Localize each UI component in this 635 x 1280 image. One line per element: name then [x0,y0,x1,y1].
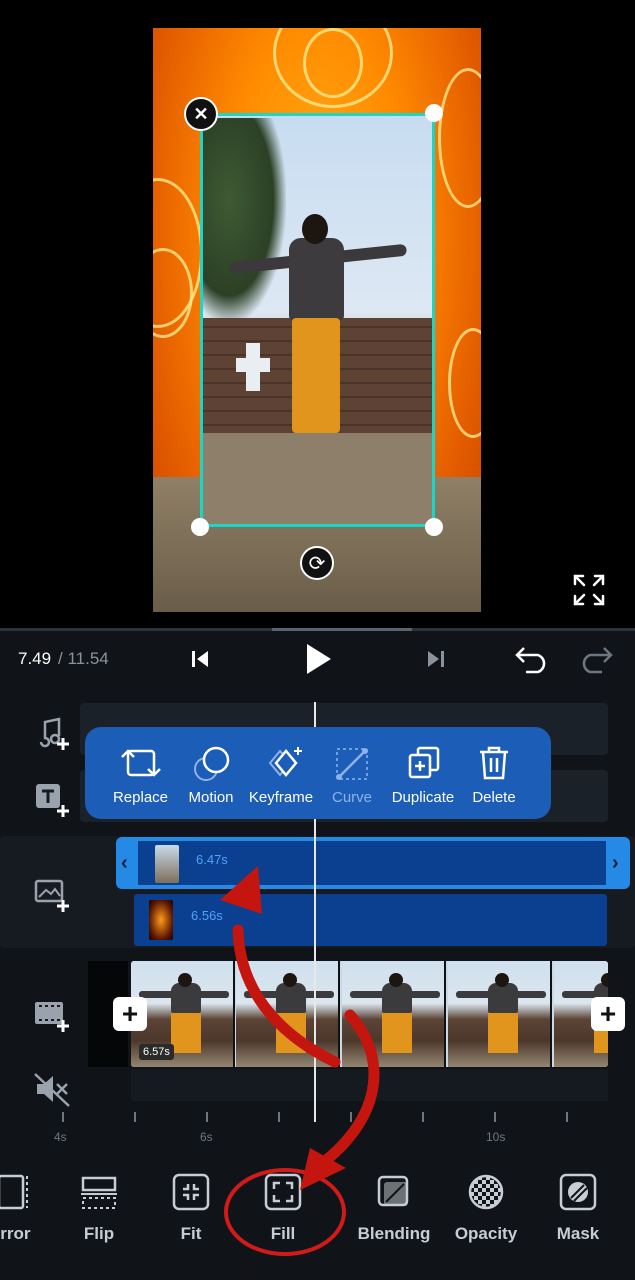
ruler-tick [350,1112,352,1122]
replace-icon [120,749,161,777]
partial-tool[interactable]: E [578,1172,635,1244]
fit-label: Fit [180,1224,202,1243]
duplicate-button[interactable]: Duplicate [385,727,461,819]
audio-waveform-track[interactable] [131,1069,608,1101]
opacity-label: Opacity [454,1224,518,1243]
add-text-icon[interactable] [33,781,73,821]
curve-button[interactable]: Curve [317,727,387,819]
rotate-button[interactable]: ⟳ [300,546,334,580]
blending-icon [377,1175,409,1207]
trim-right-handle[interactable]: › [612,852,619,875]
delete-icon [480,746,508,780]
flip-tool[interactable]: Flip [49,1172,149,1244]
overlay-clip-2-thumbnail [149,900,173,940]
blending-tool[interactable]: Blending [344,1172,444,1244]
replace-button[interactable]: Replace [103,727,178,819]
ruler-tick [134,1112,136,1122]
video-preview[interactable]: ✕ ⟳ [0,0,635,628]
progress-handle[interactable] [272,628,412,631]
add-overlay-icon[interactable] [33,876,73,916]
trim-left-handle[interactable]: ‹ [121,852,128,875]
resize-handle-bottom-right[interactable] [425,518,443,536]
flip-label: Flip [83,1224,115,1243]
mute-icon[interactable] [33,1070,73,1110]
replace-label: Replace [112,789,169,806]
remove-layer-button[interactable]: ✕ [184,97,218,131]
resize-handle-top-right[interactable] [425,104,443,122]
ruler-tick [278,1112,280,1122]
ruler-tick [566,1112,568,1122]
keyframe-button[interactable]: Keyframe [243,727,319,819]
main-video-clip[interactable] [131,961,608,1067]
rotate-icon: ⟳ [308,552,326,575]
curve-icon [336,748,368,780]
current-time: 7.49 [18,649,52,668]
add-clip-before-button[interactable]: + [113,997,147,1031]
ruler-label-4s: 4s [54,1130,67,1144]
selection-border[interactable] [200,113,435,527]
delete-label: Delete [472,789,516,806]
clip-context-menu: Replace Motion Keyframe Curve Duplicate [85,727,551,819]
fill-icon [264,1173,302,1211]
overlay-clip-duration: 6.47s [196,852,228,867]
skip-back-icon[interactable] [190,648,210,670]
resize-handle-bottom-left[interactable] [191,518,209,536]
keyframe-label: Keyframe [248,789,314,806]
motion-button[interactable]: Motion [175,727,247,819]
fit-icon [172,1173,210,1211]
ruler-tick [62,1112,64,1122]
ruler-tick [494,1112,496,1122]
add-video-icon[interactable] [33,996,73,1036]
opacity-icon [468,1174,504,1210]
curve-label: Curve [331,789,372,806]
fill-label: Fill [270,1224,296,1243]
ruler-label-10s: 10s [486,1130,506,1144]
partial-tool-icon [608,1172,635,1212]
ruler-tick [206,1112,208,1122]
overlay-clip-2-duration: 6.56s [191,908,223,923]
play-icon[interactable] [302,641,334,677]
ruler-label-6s: 6s [200,1130,213,1144]
motion-icon [194,746,230,781]
add-music-icon[interactable] [33,714,73,754]
ruler-tick [422,1112,424,1122]
total-time: / 11.54 [58,649,109,668]
fit-tool[interactable]: Fit [141,1172,241,1244]
mirror-icon [0,1174,28,1210]
fill-tool[interactable]: Fill [233,1172,333,1244]
close-icon: ✕ [193,103,209,124]
redo-icon[interactable] [578,644,614,674]
main-clip-duration: 6.57s [139,1044,174,1060]
add-clip-after-button[interactable]: + [591,997,625,1031]
blending-label: Blending [357,1224,431,1243]
mirror-label: irror [0,1224,31,1243]
duplicate-label: Duplicate [391,789,455,806]
motion-label: Motion [188,789,234,806]
skip-forward-icon[interactable] [426,648,446,670]
opacity-tool[interactable]: Opacity [436,1172,536,1244]
undo-icon[interactable] [514,644,550,674]
keyframe-icon [268,747,302,777]
delete-button[interactable]: Delete [459,727,529,819]
duplicate-icon [408,746,440,779]
flip-icon [81,1176,117,1209]
overlay-clip-thumbnail [155,845,179,883]
fullscreen-icon[interactable] [571,572,607,608]
